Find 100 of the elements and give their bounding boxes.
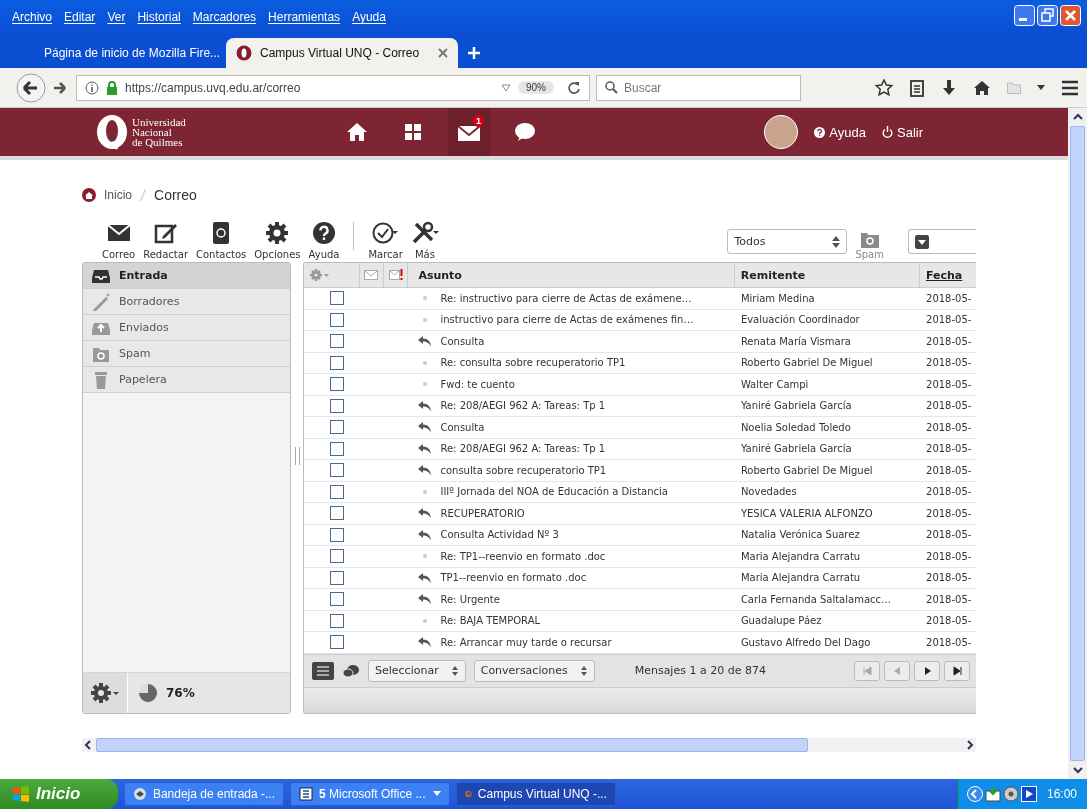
scroll-left-icon[interactable] xyxy=(82,739,94,751)
menu-item[interactable]: Archivo xyxy=(12,10,52,24)
row-checkbox[interactable] xyxy=(329,613,344,628)
play-tray-icon[interactable] xyxy=(1020,786,1037,802)
row-checkbox[interactable] xyxy=(329,398,344,413)
vertical-scrollbar[interactable] xyxy=(1068,108,1087,779)
toolbar-button[interactable]: Contactos xyxy=(192,221,251,260)
row-checkbox[interactable] xyxy=(329,506,344,521)
row-checkbox[interactable] xyxy=(329,441,344,456)
help-link[interactable]: Ayuda xyxy=(814,124,866,140)
row-checkbox[interactable] xyxy=(329,291,344,306)
list-view-icon[interactable] xyxy=(312,661,334,680)
message-subject[interactable]: Re: BAJA TEMPORAL xyxy=(440,615,541,627)
message-subject[interactable]: Consulta xyxy=(440,335,485,347)
menu-icon[interactable] xyxy=(1061,79,1079,96)
message-subject[interactable]: Consulta Actividad Nº 3 xyxy=(440,529,559,541)
message-subject[interactable]: Re: TP1--reenvio en formato .doc xyxy=(440,550,606,562)
scroll-right-icon[interactable] xyxy=(964,739,976,751)
row-checkbox[interactable] xyxy=(329,527,344,542)
taskbar-button[interactable]: 5 Microsoft Office ... xyxy=(290,782,450,806)
scroll-down-icon[interactable] xyxy=(1070,764,1085,776)
message-subject[interactable]: Re: 208/AEGI 962 A: Tareas: Tp 1 xyxy=(440,400,606,412)
home-icon[interactable] xyxy=(82,188,96,202)
toolbar-button[interactable]: Ayuda xyxy=(304,221,344,260)
mail-tray-icon[interactable] xyxy=(984,786,1001,802)
filter-dropdown[interactable]: Todos xyxy=(727,229,848,254)
home-icon[interactable] xyxy=(973,78,991,97)
select-dropdown[interactable]: Seleccionar xyxy=(368,659,466,682)
menu-item[interactable]: Marcadores xyxy=(192,10,257,24)
horizontal-scrollbar[interactable] xyxy=(82,738,976,752)
row-checkbox[interactable] xyxy=(329,549,344,564)
menu-item[interactable]: Herramientas xyxy=(268,10,341,24)
caret-icon[interactable] xyxy=(1037,84,1045,91)
toolbar-button[interactable]: Correo xyxy=(98,221,140,260)
row-checkbox[interactable] xyxy=(329,635,344,650)
message-subject[interactable]: RECUPERATORIO xyxy=(440,507,525,519)
avatar[interactable] xyxy=(764,115,799,149)
disc-tray-icon[interactable] xyxy=(1002,786,1019,802)
toolbar-button[interactable]: Más xyxy=(406,221,443,260)
row-checkbox[interactable] xyxy=(329,592,344,607)
menu-item[interactable]: Ver xyxy=(107,10,126,24)
message-subject[interactable]: Re: Arrancar muy tarde o recursar xyxy=(440,636,612,648)
folder-item[interactable]: Papelera xyxy=(83,367,290,393)
new-tab-icon[interactable] xyxy=(468,47,480,59)
taskbar-button[interactable]: Campus Virtual UNQ -... xyxy=(456,782,616,806)
folder-item[interactable]: Spam xyxy=(83,341,290,367)
taskbar-button[interactable]: Bandeja de entrada -... xyxy=(124,782,284,806)
minimize-button[interactable] xyxy=(1014,5,1035,26)
threads-icon[interactable] xyxy=(342,663,360,678)
reading-list-icon[interactable] xyxy=(909,78,925,97)
message-subject[interactable]: Re: 208/AEGI 962 A: Tareas: Tp 1 xyxy=(440,443,606,455)
back-button[interactable] xyxy=(16,72,46,103)
forward-button[interactable] xyxy=(52,79,68,96)
bookmark-star-icon[interactable] xyxy=(875,78,893,97)
close-tab-icon[interactable] xyxy=(438,48,448,58)
zoom-level[interactable]: 90% xyxy=(518,81,554,94)
row-checkbox[interactable] xyxy=(329,570,344,585)
folder-item[interactable]: Entrada xyxy=(83,263,290,289)
message-subject[interactable]: Re: Urgente xyxy=(440,593,500,605)
nav-item[interactable]: 1 xyxy=(448,108,490,156)
message-subject[interactable]: IIIº Jornada del NOA de Educación a Distancia xyxy=(440,486,668,498)
folder-item[interactable]: Enviados xyxy=(83,315,290,341)
toolbar-button[interactable]: Redactar xyxy=(139,221,192,260)
message-subject[interactable]: Re: consulta sobre recuperatorio TP1 xyxy=(440,357,626,369)
column-header[interactable]: Fecha xyxy=(920,263,976,287)
panel-splitter-handle[interactable] xyxy=(295,447,300,465)
scroll-thumb[interactable] xyxy=(96,738,808,752)
message-subject[interactable]: Fwd: te cuento xyxy=(440,378,515,390)
message-subject[interactable]: Consulta xyxy=(440,421,485,433)
restore-button[interactable] xyxy=(1037,5,1058,26)
row-checkbox[interactable] xyxy=(329,463,344,478)
start-button[interactable]: Inicio xyxy=(0,779,118,809)
address-bar[interactable]: https://campus.uvq.edu.ar/correo 90% xyxy=(76,74,590,101)
message-subject[interactable]: Re: instructivo para cierre de Actas de exámene… xyxy=(440,292,692,304)
column-header[interactable]: Remitente xyxy=(734,263,920,287)
row-checkbox[interactable] xyxy=(329,484,344,499)
row-checkbox[interactable] xyxy=(329,420,344,435)
dropdown-arrow-icon[interactable] xyxy=(501,83,511,92)
logout-link[interactable]: Salir xyxy=(882,124,923,140)
menu-item[interactable]: Editar xyxy=(64,10,96,24)
message-subject[interactable]: TP1--reenvio en formato .doc xyxy=(440,572,587,584)
threads-dropdown[interactable]: Conversaciones xyxy=(473,659,595,682)
menu-item[interactable]: Ayuda xyxy=(352,10,386,24)
breadcrumb-link[interactable]: Inicio xyxy=(104,188,132,202)
next-page-button[interactable] xyxy=(914,660,940,681)
row-checkbox[interactable] xyxy=(329,334,344,349)
browser-tab[interactable]: Campus Virtual UNQ - Correo xyxy=(226,38,458,68)
row-checkbox[interactable] xyxy=(329,355,344,370)
column-header[interactable]: Asunto xyxy=(408,263,735,287)
reload-icon[interactable] xyxy=(567,80,581,95)
message-subject[interactable]: consulta sobre recuperatorio TP1 xyxy=(440,464,607,476)
toolbar-button[interactable]: Opciones xyxy=(250,221,305,260)
row-checkbox[interactable] xyxy=(329,312,344,327)
row-checkbox[interactable] xyxy=(329,377,344,392)
search-field[interactable]: Buscar xyxy=(596,74,801,101)
expand-tray-icon[interactable] xyxy=(966,786,983,802)
toolbar-button[interactable]: Marcar xyxy=(364,221,407,260)
menu-item[interactable]: Historial xyxy=(137,10,181,24)
settings-menu-button[interactable] xyxy=(83,673,128,713)
search-options-field[interactable] xyxy=(908,229,976,254)
